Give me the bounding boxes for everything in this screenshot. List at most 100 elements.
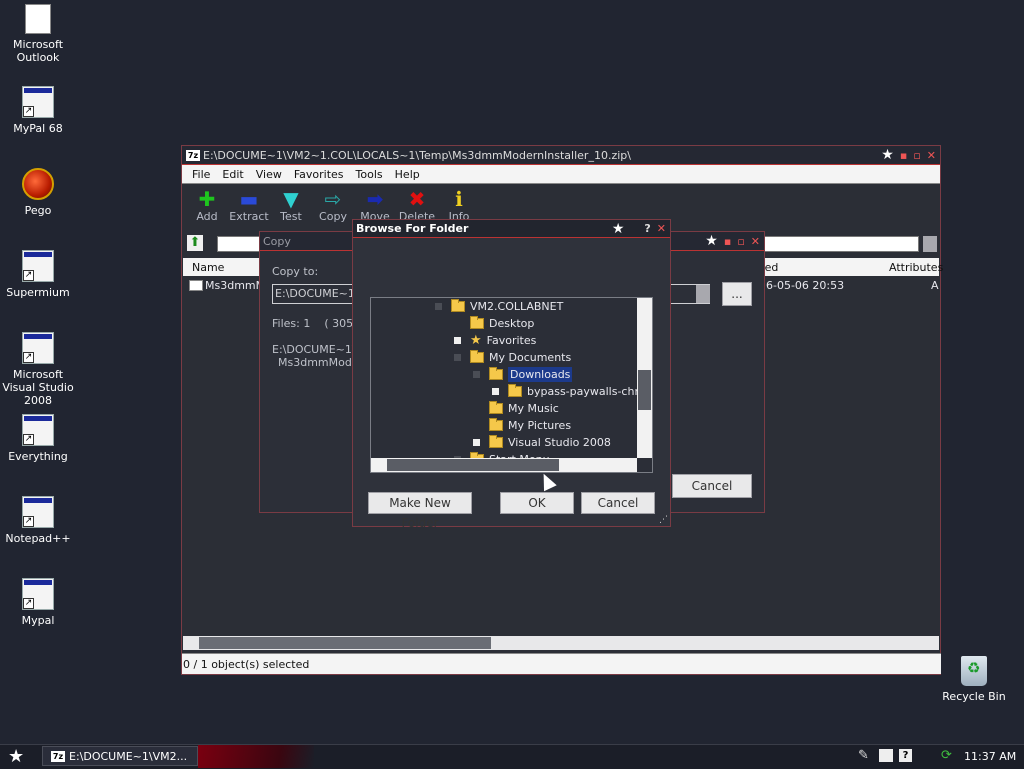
tree-item-bypass-paywalls[interactable]: bypass-paywalls-chror [492, 383, 650, 400]
desktop-icon-pego[interactable]: Pego [0, 168, 76, 217]
application-icon: ↗ [22, 414, 54, 446]
desktop-icon-notepadpp[interactable]: ↗ Notepad++ [0, 496, 76, 545]
column-name[interactable]: Name [192, 261, 224, 274]
application-icon: ↗ [22, 578, 54, 610]
column-attributes[interactable]: Attributes [889, 261, 943, 274]
window-titlebar[interactable]: 7z E:\DOCUME~1\VM2~1.COL\LOCALS~1\Temp\M… [182, 146, 940, 165]
tree-item-my-documents[interactable]: My Documents [454, 349, 571, 366]
shortcut-arrow-icon: ↗ [23, 352, 34, 363]
cancel-button[interactable]: Cancel [581, 492, 655, 514]
make-new-folder-button[interactable]: Make New Folder [368, 492, 472, 530]
status-text: 0 / 1 object(s) selected [183, 657, 310, 671]
tree-item-desktop[interactable]: Desktop [470, 315, 534, 332]
extract-button[interactable]: ▬ Extract [228, 184, 270, 228]
scrollbar-thumb[interactable] [638, 370, 651, 410]
star-icon[interactable]: ★ [612, 222, 625, 236]
menu-view[interactable]: View [250, 168, 288, 181]
tree-item-label: Downloads [508, 367, 573, 382]
desktop-icon-visual-studio[interactable]: ↗ Microsoft Visual Studio 2008 [0, 332, 76, 407]
minimize-button[interactable]: ▪ [724, 235, 731, 248]
cancel-button[interactable]: Cancel [672, 474, 752, 498]
desktop-icon-recycle-bin[interactable]: ♻ Recycle Bin [936, 656, 1012, 703]
info-icon: ℹ [455, 187, 463, 211]
tree-item-vm2-collabnet[interactable]: VM2.COLLABNET [435, 298, 563, 315]
tree-item-downloads[interactable]: Downloads [473, 366, 573, 383]
help-button[interactable]: ? [644, 222, 650, 235]
desktop-icon-supermium[interactable]: ↗ Supermium [0, 250, 76, 299]
row-attributes: A [931, 279, 939, 292]
tree-item-my-music[interactable]: My Music [489, 400, 559, 417]
tree-item-visual-studio-2008[interactable]: Visual Studio 2008 [473, 434, 611, 451]
help-tray-icon[interactable]: ? [899, 749, 912, 762]
horizontal-scrollbar[interactable] [183, 636, 939, 650]
outlook-icon [25, 4, 51, 34]
up-folder-icon[interactable]: ⬆ [187, 235, 203, 251]
star-icon[interactable]: ★ [705, 234, 718, 248]
minimize-button[interactable]: ▪ [900, 149, 907, 162]
tree-expander[interactable] [454, 337, 461, 344]
music-folder-icon [489, 401, 503, 414]
menu-edit[interactable]: Edit [216, 168, 249, 181]
desktop-icon-label: Mypal [21, 614, 55, 627]
browse-dialog-title: Browse For Folder [356, 222, 469, 235]
copy-button[interactable]: ⇨ Copy [312, 184, 354, 228]
tree-expander[interactable] [492, 388, 499, 395]
menu-help[interactable]: Help [389, 168, 426, 181]
close-button[interactable]: ✕ [927, 149, 936, 162]
tree-expander[interactable] [473, 439, 480, 446]
shortcut-arrow-icon: ↗ [23, 270, 34, 281]
maximize-button[interactable]: ▫ [737, 235, 744, 248]
app-icon: 7z [51, 750, 65, 762]
maximize-button[interactable]: ▫ [913, 149, 920, 162]
tree-item-my-pictures[interactable]: My Pictures [489, 417, 571, 434]
browse-button[interactable]: ... [722, 282, 752, 306]
close-button[interactable]: ✕ [657, 222, 666, 235]
folder-icon [470, 316, 484, 329]
menu-favorites[interactable]: Favorites [288, 168, 350, 181]
star-icon[interactable]: ★ [881, 148, 894, 162]
extract-label: Extract [229, 210, 269, 223]
copy-dialog-title: Copy [263, 234, 291, 248]
tree-item-favorites[interactable]: ★ Favorites [454, 332, 536, 349]
tree-expander[interactable] [473, 371, 480, 378]
tree-horizontal-scrollbar[interactable] [371, 458, 637, 472]
pen-tray-icon[interactable]: ✎ [858, 748, 869, 763]
desktop-icon-mypal68[interactable]: ↗ MyPal 68 [0, 86, 76, 135]
desktop-icon-everything[interactable]: ↗ Everything [0, 414, 76, 463]
test-button[interactable]: ▼ Test [270, 184, 312, 228]
sync-tray-icon[interactable]: ⟳ [941, 748, 952, 763]
shortcut-arrow-icon: ↗ [23, 434, 34, 445]
path-dropdown-button[interactable] [696, 285, 710, 303]
desktop-icon-outlook[interactable]: Microsoft Outlook [0, 4, 76, 64]
resize-grip-icon[interactable]: ⋰ [659, 515, 668, 525]
tree-item-label: Desktop [489, 317, 535, 330]
menu-file[interactable]: File [186, 168, 216, 181]
tree-expander[interactable] [435, 303, 442, 310]
scrollbar-thumb[interactable] [387, 459, 559, 471]
source-path-line2: Ms3dmmModer [278, 356, 364, 369]
plus-icon: ✚ [198, 187, 216, 211]
close-button[interactable]: ✕ [751, 235, 760, 248]
menu-bar: File Edit View Favorites Tools Help [182, 165, 940, 184]
tree-vertical-scrollbar[interactable] [637, 298, 652, 458]
clock[interactable]: 11:37 AM [964, 750, 1016, 763]
folder-tree[interactable]: VM2.COLLABNET Desktop ★ Favorites My Docu… [370, 297, 653, 473]
check-icon: ▼ [283, 187, 299, 211]
scrollbar-thumb[interactable] [199, 637, 491, 649]
window-title: E:\DOCUME~1\VM2~1.COL\LOCALS~1\Temp\Ms3d… [203, 148, 631, 162]
tree-expander[interactable] [454, 354, 461, 361]
desktop-icon-mypal[interactable]: ↗ Mypal [0, 578, 76, 627]
network-tray-icon[interactable] [879, 749, 893, 762]
start-button[interactable]: ★ [8, 746, 24, 767]
application-icon: ↗ [22, 496, 54, 528]
menu-tools[interactable]: Tools [350, 168, 389, 181]
shortcut-arrow-icon: ↗ [23, 598, 34, 609]
folder-icon [489, 435, 503, 448]
address-dropdown-button[interactable] [923, 236, 937, 252]
files-info: Files: 1 ( 305 7 [272, 317, 364, 330]
browse-dialog-titlebar[interactable]: Browse For Folder ★ ? ✕ [353, 220, 670, 238]
add-button[interactable]: ✚ Add [186, 184, 228, 228]
desktop-icon-label: Microsoft Outlook [12, 38, 64, 64]
ok-button[interactable]: OK [500, 492, 574, 514]
taskbar-task-7zip[interactable]: 7z E:\DOCUME~1\VM2... [42, 746, 198, 766]
